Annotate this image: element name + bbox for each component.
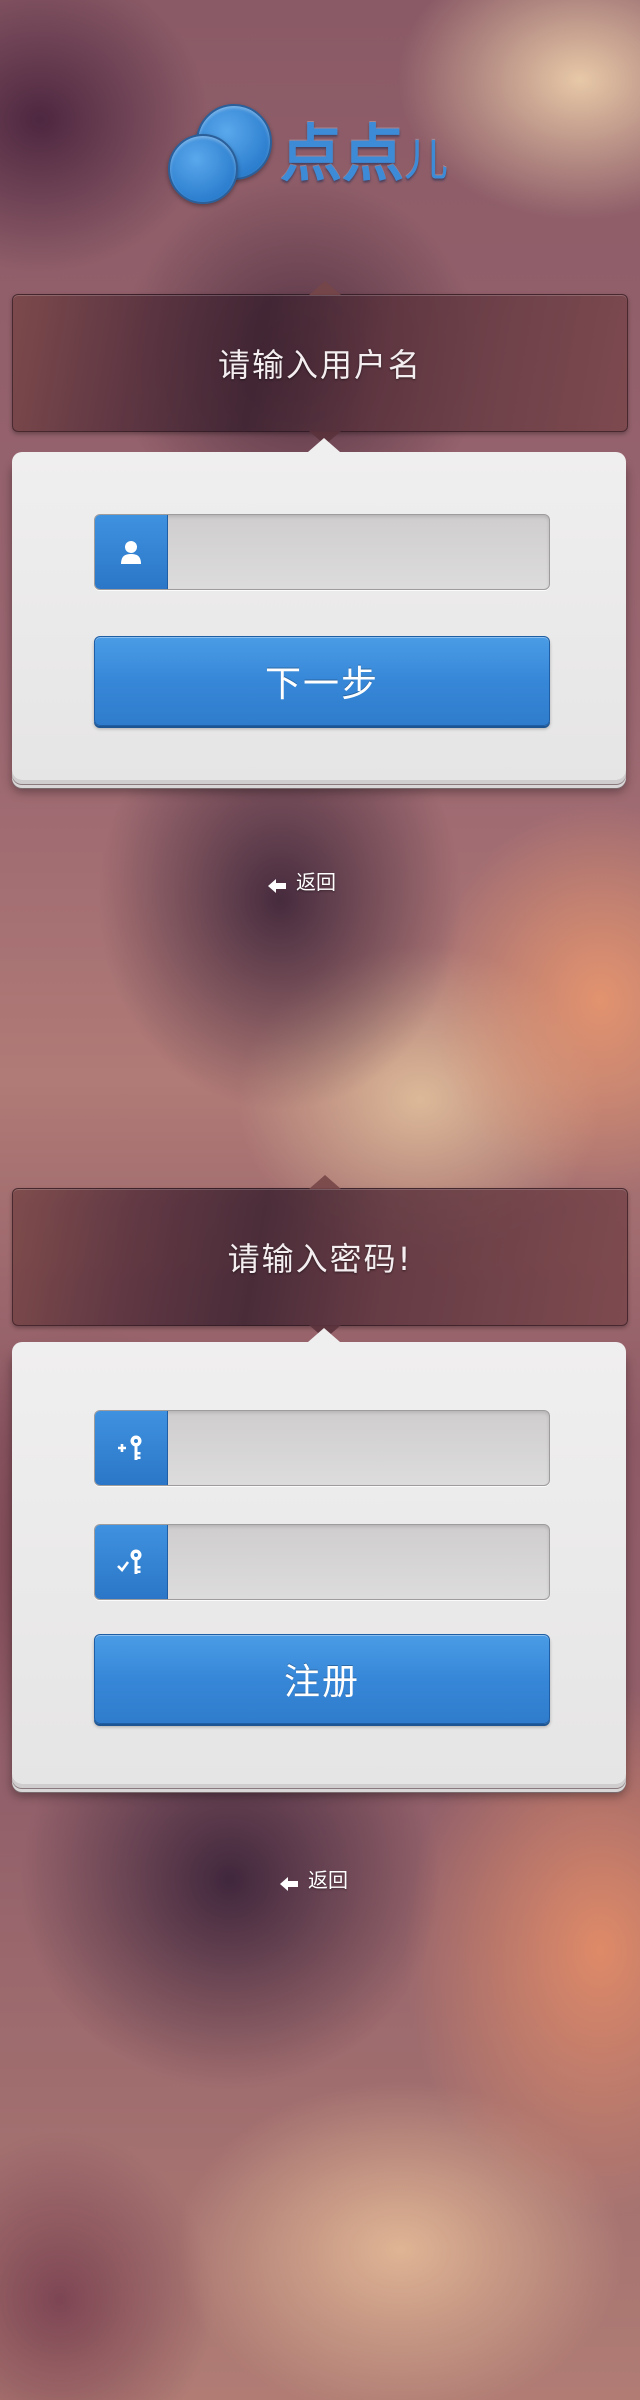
logo-circle-small [168,134,238,204]
back-link-username[interactable]: 返回 [268,866,336,895]
username-input[interactable] [168,515,549,589]
register-button[interactable]: 注册 [94,1634,550,1724]
confirm-password-input-group [94,1524,550,1600]
password-title: 请输入密码! [227,1240,413,1278]
next-button[interactable]: 下一步 [94,636,550,726]
password-card: 注册 [12,1328,626,1784]
card-notch [308,1328,340,1342]
back-label: 返回 [296,870,336,894]
title-notch-top [309,281,341,295]
logo-suffix: 儿 [404,135,449,186]
password-input-group [94,1410,550,1486]
back-link-password[interactable]: 返回 [280,1864,348,1893]
logo-name: 点点 [280,117,405,190]
logo-circles-icon [168,104,280,204]
user-icon [95,515,168,589]
check-key-icon [95,1525,168,1599]
username-title: 请输入用户名 [217,346,422,384]
username-input-group [94,514,550,590]
password-input[interactable] [168,1411,549,1485]
title-notch-top [309,1175,341,1189]
username-title-bar: 请输入用户名 [12,281,628,445]
app-logo: 点点儿 [168,104,468,204]
add-key-icon [95,1411,168,1485]
back-arrow-icon [268,874,288,893]
back-arrow-icon [280,1872,300,1891]
username-card: 下一步 [12,438,626,780]
back-label: 返回 [308,1868,348,1892]
card-notch [308,438,340,452]
logo-text: 点点儿 [280,118,448,197]
password-title-bar: 请输入密码! [12,1175,628,1339]
confirm-password-input[interactable] [168,1525,549,1599]
